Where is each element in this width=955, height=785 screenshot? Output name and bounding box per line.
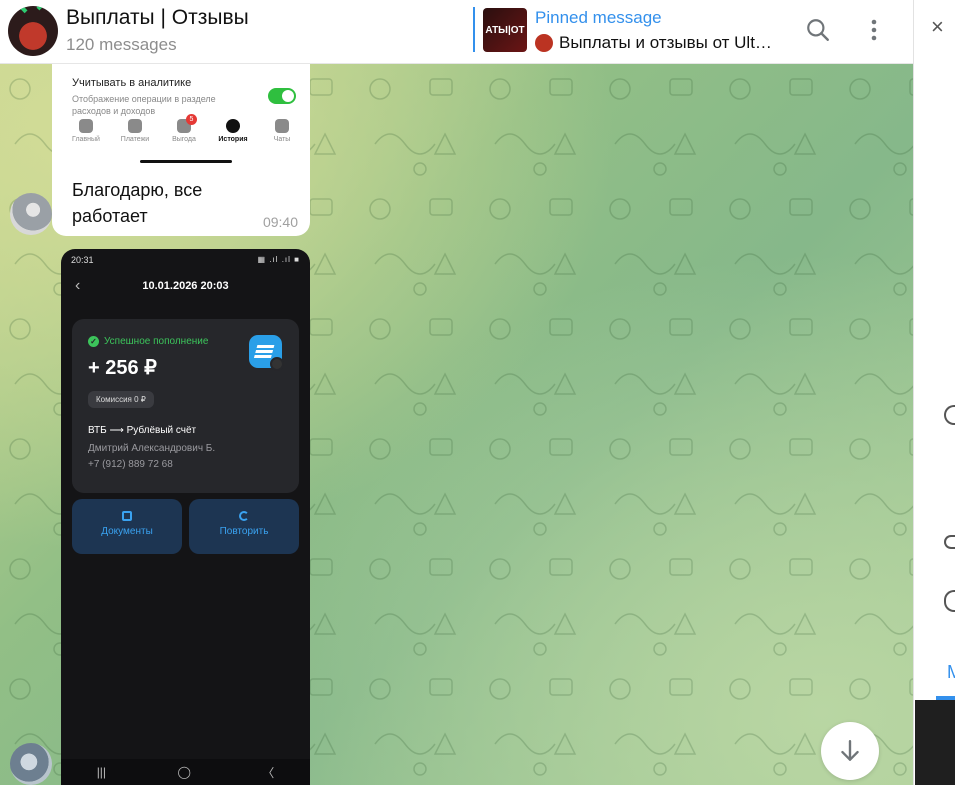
arrow-down-icon xyxy=(841,740,859,761)
repeat-icon xyxy=(239,511,249,521)
recent-apps-icon: ||| xyxy=(96,765,107,779)
phone-nav-bar: ||| ◯ 〈 xyxy=(61,759,310,785)
heart-icon: 5 xyxy=(177,114,197,133)
transaction-card: ✓ Успешное пополнение + 256 ₽ Комиссия 0… xyxy=(72,319,299,493)
chat-title[interactable]: Выплаты | Отзывы xyxy=(66,6,249,30)
sender-phone: +7 (912) 889 72 68 xyxy=(88,459,173,470)
scroll-to-bottom-button[interactable] xyxy=(821,722,879,780)
close-icon[interactable]: × xyxy=(931,14,944,40)
nav-item-history: История xyxy=(211,119,255,143)
search-button[interactable] xyxy=(800,12,836,48)
message-screenshot-image[interactable]: Учитывать в аналитике Отображение операц… xyxy=(52,64,310,170)
more-options-button[interactable] xyxy=(856,12,892,48)
pinned-sender-avatar xyxy=(535,34,553,52)
panel-dark-area xyxy=(915,700,955,785)
chat-header: Выплаты | Отзывы 120 messages АТЫ|ОТ Pin… xyxy=(0,0,913,64)
home-icon xyxy=(79,119,93,133)
sender-name: Дмитрий Александрович Б. xyxy=(88,443,216,454)
chat-avatar[interactable] xyxy=(8,6,58,56)
sender-avatar[interactable] xyxy=(10,743,52,785)
transfer-route: ВТБ ⟶ Рублёвый счёт xyxy=(88,425,197,436)
panel-icon[interactable] xyxy=(944,535,955,549)
sender-avatar[interactable] xyxy=(10,193,52,235)
document-icon xyxy=(122,511,132,521)
payments-icon xyxy=(128,119,142,133)
panel-icon[interactable] xyxy=(944,590,955,612)
repeat-button: Повторить xyxy=(189,499,299,554)
panel-link-text[interactable]: M xyxy=(947,662,955,683)
nav-item-benefit: 5 Выгода xyxy=(172,114,197,143)
transaction-date: 10.01.2026 20:03 xyxy=(142,280,229,292)
analytics-toggle xyxy=(268,88,296,104)
pinned-text: Выплаты и отзывы от Ult… xyxy=(559,33,772,52)
setting-title: Учитывать в аналитике xyxy=(72,77,192,89)
message-screenshot-image[interactable]: 20:31 ▦ .ıl .ıl ■ ‹ 10.01.2026 20:03 ✓ У… xyxy=(61,249,310,785)
clock-icon xyxy=(226,119,240,133)
back-icon: 〈 xyxy=(262,765,275,780)
phone-home-indicator xyxy=(140,160,232,163)
notification-badge: 5 xyxy=(186,114,197,125)
setting-description: Отображение операции в разделе расходов … xyxy=(72,94,216,116)
nav-item-chats: Чаты xyxy=(260,119,304,143)
home-circle-icon: ◯ xyxy=(177,765,191,779)
nav-item-home: Главный xyxy=(64,119,108,143)
transaction-status: ✓ Успешное пополнение xyxy=(88,336,208,347)
phone-status-icons: ▦ .ıl .ıl ■ xyxy=(257,255,300,264)
pinned-thumbnail[interactable]: АТЫ|ОТ xyxy=(483,8,527,52)
pinned-label[interactable]: Pinned message xyxy=(535,8,662,28)
pinned-indicator xyxy=(473,7,475,52)
check-icon: ✓ xyxy=(88,336,99,347)
fee-chip: Комиссия 0 ₽ xyxy=(88,391,154,408)
more-vertical-icon xyxy=(871,19,877,41)
message-time: 09:40 xyxy=(262,214,298,230)
message-text: Благодарю, все работает xyxy=(72,180,203,226)
phone-status-time: 20:31 xyxy=(71,255,94,265)
transaction-amount: + 256 ₽ xyxy=(88,357,157,379)
message-bubble[interactable]: Учитывать в аналитике Отображение операц… xyxy=(52,64,310,236)
bank-logo-badge xyxy=(270,357,284,371)
pinned-message-preview[interactable]: Выплаты и отзывы от Ult… xyxy=(535,33,790,53)
documents-button: Документы xyxy=(72,499,182,554)
app-bottom-nav: Главный Платежи 5 Выгода История Чаты xyxy=(64,114,304,143)
chat-member-count: 120 messages xyxy=(66,35,177,54)
search-icon xyxy=(807,19,829,41)
nav-item-payments: Платежи xyxy=(113,119,157,143)
chat-icon xyxy=(275,119,289,133)
